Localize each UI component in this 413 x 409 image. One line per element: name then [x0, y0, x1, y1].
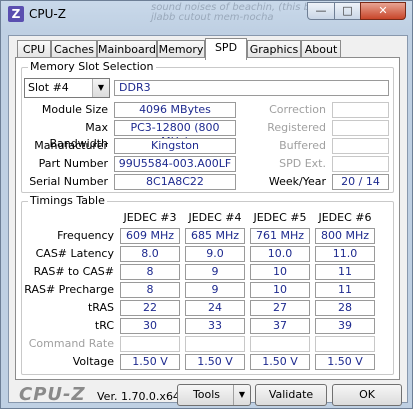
timing-cell: 37: [250, 318, 310, 334]
module-size-label: Module Size: [41, 103, 108, 116]
timing-cell: 33: [185, 318, 245, 334]
spd-ext-label: SPD Ext.: [279, 157, 326, 170]
cas-latency-label: CAS# Latency: [35, 247, 114, 260]
timing-cell: 10: [250, 282, 310, 298]
buffered-value: [332, 138, 389, 154]
timing-cell: 8: [120, 264, 180, 280]
registered-label: Registered: [267, 121, 326, 134]
tab-caches[interactable]: Caches: [51, 40, 97, 58]
timing-cell: [185, 336, 245, 352]
command-rate-label: Command Rate: [28, 337, 114, 350]
timing-cell: 685 MHz: [185, 228, 245, 244]
timing-cell: 24: [185, 300, 245, 316]
ok-button[interactable]: OK: [332, 384, 402, 406]
timings-table-group-label: Timings Table: [28, 194, 107, 207]
slot-select-value: Slot #4: [28, 81, 69, 94]
max-bandwidth-value: PC3-12800 (800 MHz): [114, 120, 236, 148]
timing-cell: 8: [120, 282, 180, 298]
minimize-button[interactable]: —: [307, 2, 335, 20]
version-text: Ver. 1.70.0.x64: [97, 390, 180, 403]
timing-cell: 39: [315, 318, 375, 334]
registered-value: [332, 120, 389, 136]
close-button[interactable]: ✕: [360, 2, 406, 20]
ras-precharge-label: RAS# Precharge: [24, 283, 114, 296]
tras-label: tRAS: [87, 301, 114, 314]
timing-cell: 11: [315, 282, 375, 298]
timing-cell: 1.50 V: [185, 354, 245, 370]
timing-cell: 10.0: [250, 246, 310, 262]
frequency-label: Frequency: [57, 229, 114, 242]
timing-cell: 1.50 V: [315, 354, 375, 370]
timing-cell: 1.50 V: [120, 354, 180, 370]
timing-cell: 10: [250, 264, 310, 280]
tab-cpu[interactable]: CPU: [17, 40, 51, 58]
manufacturer-label: Manufacturer: [34, 139, 108, 152]
correction-value: [332, 102, 389, 118]
tools-button[interactable]: Tools ▼: [177, 384, 251, 406]
maximize-button[interactable]: □: [334, 2, 361, 20]
client-area: CPU Caches Mainboard Memory SPD Graphics…: [8, 35, 408, 406]
manufacturer-value: Kingston: [114, 138, 236, 154]
timing-cell: 609 MHz: [120, 228, 180, 244]
tab-memory[interactable]: Memory: [157, 40, 205, 58]
part-number-label: Part Number: [38, 157, 108, 170]
timing-cell: [250, 336, 310, 352]
serial-number-label: Serial Number: [29, 175, 108, 188]
timing-cell: 11.0: [315, 246, 375, 262]
timing-cell: 9.0: [185, 246, 245, 262]
timing-cell: 9: [185, 264, 245, 280]
part-number-value: 99U5584-003.A00LF: [114, 156, 236, 172]
chevron-down-icon[interactable]: ▼: [233, 385, 250, 405]
window-title: CPU-Z: [29, 7, 66, 21]
title-bar[interactable]: Z CPU-Z sound noises of beachin, (this b…: [1, 1, 412, 29]
slot-select[interactable]: Slot #4 ▼: [24, 78, 110, 98]
chevron-down-icon[interactable]: ▼: [92, 79, 109, 97]
tools-button-label: Tools: [192, 388, 221, 401]
column-header-jedec-3: JEDEC #3: [123, 211, 177, 224]
cpuz-app-icon: Z: [8, 6, 24, 22]
correction-label: Correction: [269, 103, 326, 116]
timing-cell: 11: [315, 264, 375, 280]
tab-mainboard[interactable]: Mainboard: [97, 40, 157, 58]
column-header-jedec-4: JEDEC #4: [188, 211, 242, 224]
memory-type-value: DDR3: [114, 80, 389, 96]
buffered-label: Buffered: [279, 139, 326, 152]
serial-number-value: 8C1A8C22: [114, 174, 236, 190]
tab-about[interactable]: About: [301, 40, 341, 58]
week-year-value: 20 / 14: [332, 174, 389, 190]
voltage-label: Voltage: [72, 355, 114, 368]
cpuz-logo: CPU-Z: [19, 384, 86, 405]
timing-cell: 22: [120, 300, 180, 316]
trc-label: tRC: [94, 319, 114, 332]
timing-cell: 27: [250, 300, 310, 316]
spd-ext-value: [332, 156, 389, 172]
spd-panel: Memory Slot Selection Slot #4 ▼ DDR3 Mod…: [15, 57, 400, 380]
timing-cell: 30: [120, 318, 180, 334]
timing-cell: 761 MHz: [250, 228, 310, 244]
tab-graphics[interactable]: Graphics: [247, 40, 301, 58]
timing-cell: 1.50 V: [250, 354, 310, 370]
cpuz-window: Z CPU-Z sound noises of beachin, (this b…: [0, 0, 413, 409]
validate-button[interactable]: Validate: [255, 384, 327, 406]
memory-slot-group: Memory Slot Selection Slot #4 ▼ DDR3 Mod…: [21, 60, 394, 193]
timing-cell: 28: [315, 300, 375, 316]
column-header-jedec-5: JEDEC #5: [253, 211, 307, 224]
timing-cell: 8.0: [120, 246, 180, 262]
module-size-value: 4096 MBytes: [114, 102, 236, 118]
timing-cell: 9: [185, 282, 245, 298]
column-header-jedec-6: JEDEC #6: [318, 211, 372, 224]
timing-cell: [120, 336, 180, 352]
timing-cell: [315, 336, 375, 352]
ras-to-cas-label: RAS# to CAS#: [33, 265, 114, 278]
tab-spd[interactable]: SPD: [205, 38, 247, 60]
memory-slot-group-label: Memory Slot Selection: [28, 60, 156, 73]
timings-table-group: Timings Table JEDEC #3 JEDEC #4 JEDEC #5…: [21, 194, 394, 375]
max-bandwidth-label: Max Bandwidth: [49, 121, 108, 150]
week-year-label: Week/Year: [268, 175, 326, 188]
timing-cell: 800 MHz: [315, 228, 375, 244]
